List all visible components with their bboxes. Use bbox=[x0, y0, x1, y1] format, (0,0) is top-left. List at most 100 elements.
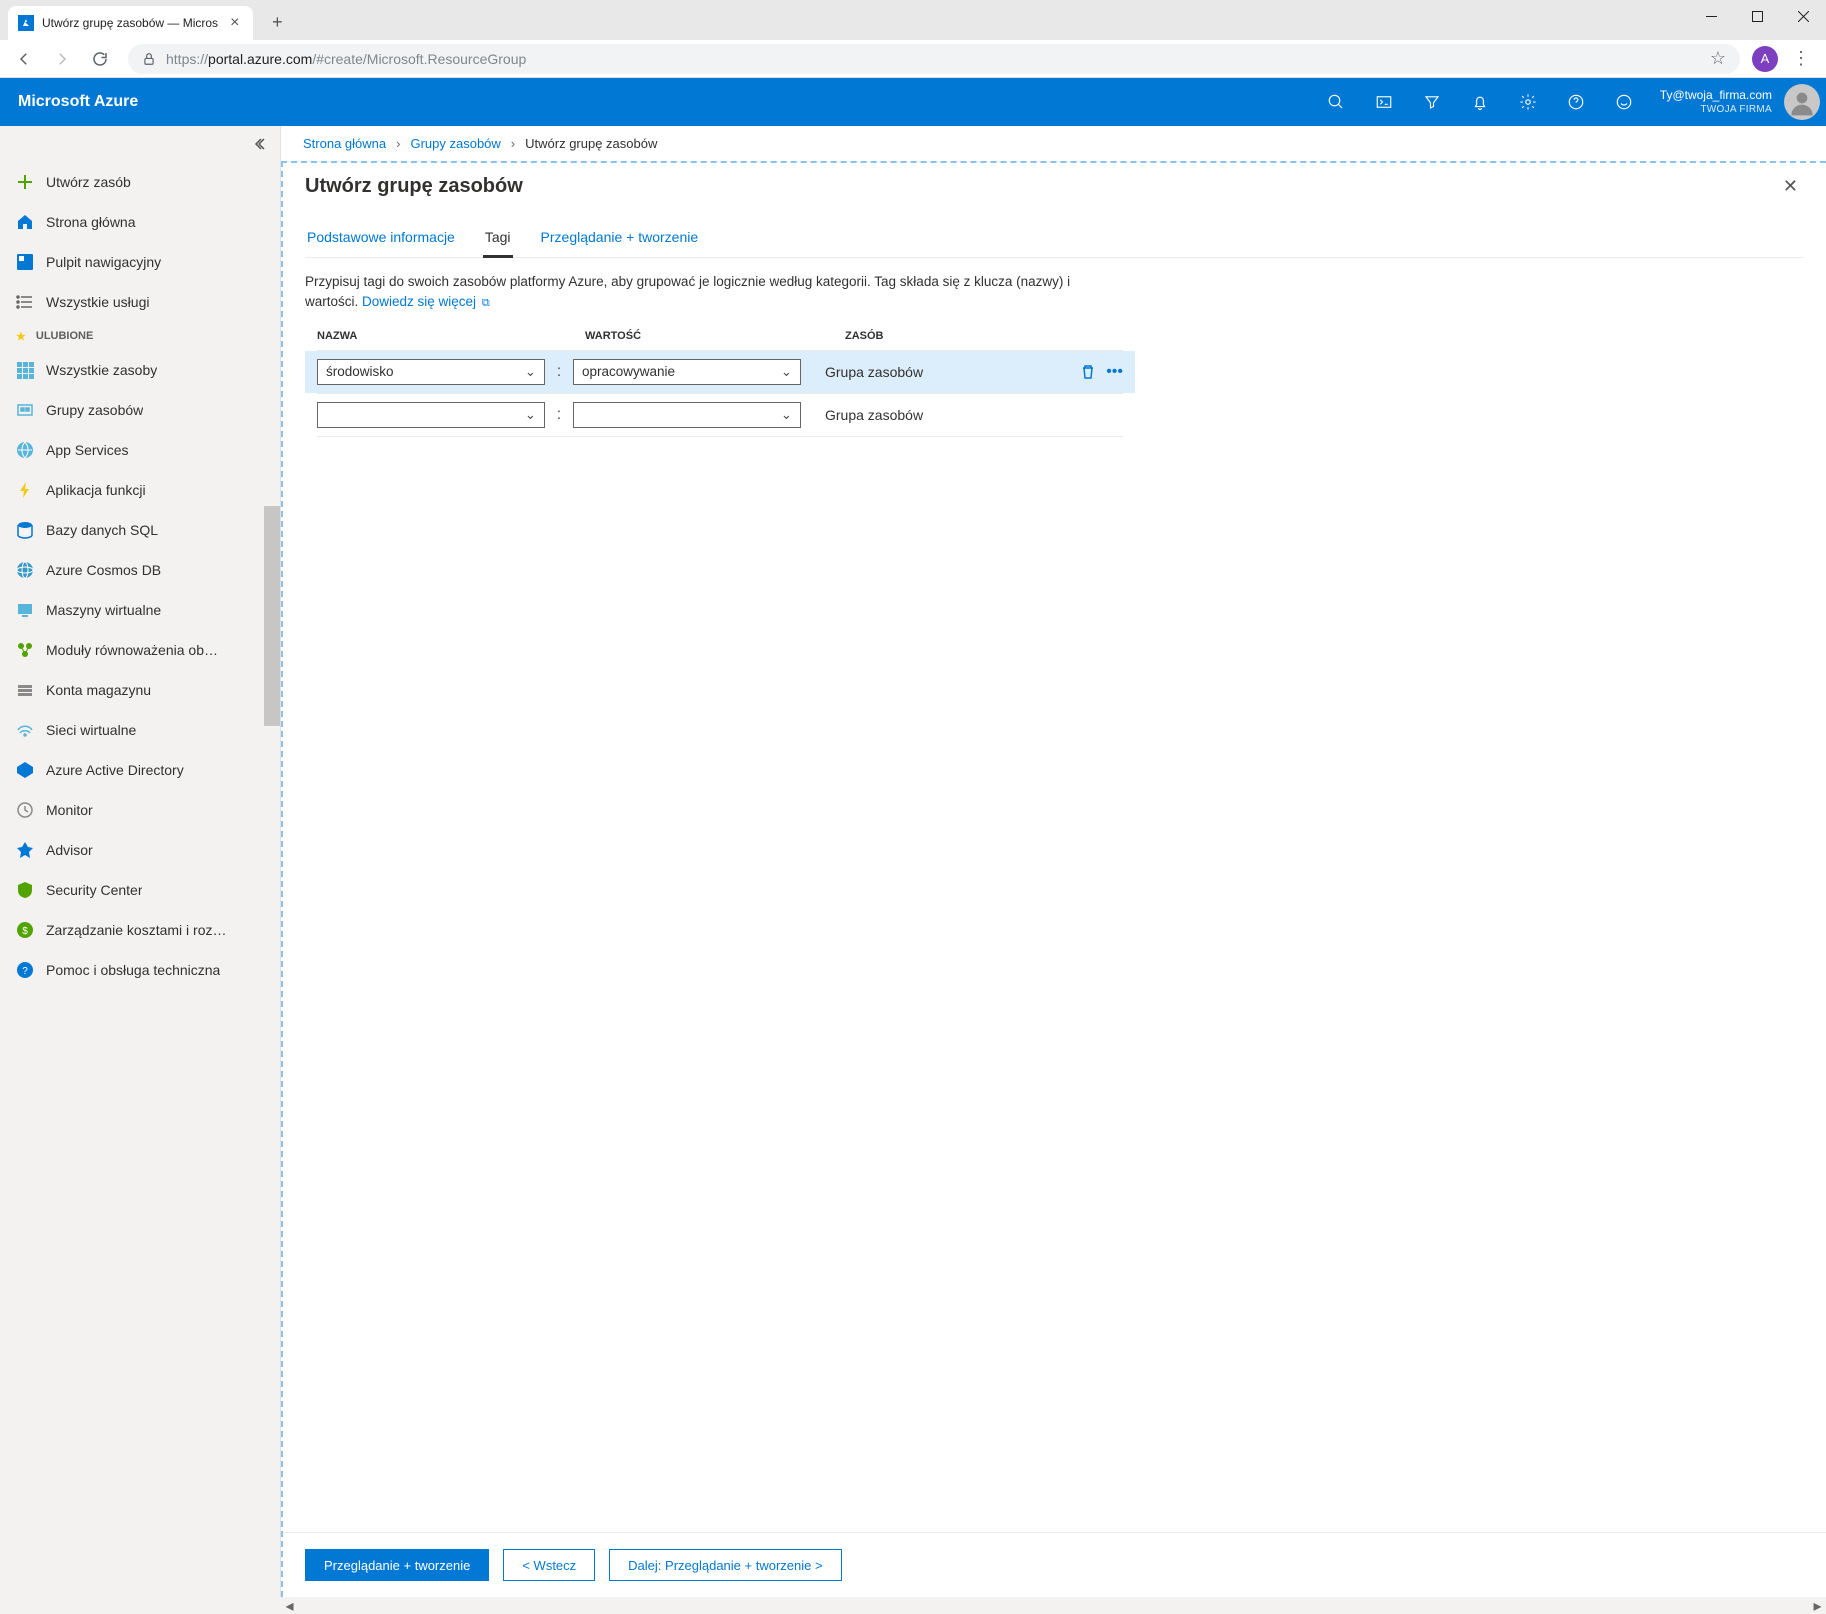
scroll-right-icon[interactable]: ▸ bbox=[1809, 1597, 1826, 1614]
account-email: Ty@twoja_firma.com bbox=[1660, 88, 1772, 104]
create-resource-group-blade: Utwórz grupę zasobów ✕ Podstawowe inform… bbox=[281, 161, 1826, 1597]
scroll-left-icon[interactable]: ◂ bbox=[281, 1597, 298, 1614]
tag-row: ⌄:⌄Grupa zasobów bbox=[305, 394, 1135, 436]
browser-menu-icon[interactable]: ⋮ bbox=[1784, 48, 1818, 69]
sidebar-item-label: Pomoc i obsługa techniczna bbox=[46, 962, 220, 978]
sidebar-scrollbar[interactable] bbox=[264, 506, 280, 1597]
sidebar-item-10[interactable]: Azure Active Directory bbox=[0, 750, 280, 790]
service-icon bbox=[16, 761, 34, 779]
sidebar-item-9[interactable]: Sieci wirtualne bbox=[0, 710, 280, 750]
feedback-icon[interactable] bbox=[1600, 78, 1648, 126]
header-resource: ZASÓB bbox=[821, 330, 1123, 342]
forward-button[interactable] bbox=[46, 43, 78, 75]
sidebar-item-12[interactable]: Advisor bbox=[0, 830, 280, 870]
tag-name-dropdown[interactable]: ⌄ bbox=[317, 402, 545, 428]
url-text: https://portal.azure.com/#create/Microso… bbox=[166, 51, 526, 67]
chevron-down-icon: ⌄ bbox=[525, 407, 536, 423]
sidebar-item-1[interactable]: Grupy zasobów bbox=[0, 390, 280, 430]
service-icon: ? bbox=[16, 961, 34, 979]
tab-close-icon[interactable]: × bbox=[226, 14, 243, 32]
sidebar-item-7[interactable]: Moduły równoważenia ob… bbox=[0, 630, 280, 670]
tab-tags[interactable]: Tagi bbox=[483, 221, 513, 258]
learn-more-link[interactable]: Dowiedz się więcej ⧉ bbox=[362, 294, 490, 309]
minimize-button[interactable] bbox=[1688, 0, 1734, 32]
sidebar-favorites-header: ★ULUBIONE bbox=[0, 322, 280, 350]
sidebar-item-label: Monitor bbox=[46, 802, 93, 818]
sidebar-item-6[interactable]: Maszyny wirtualne bbox=[0, 590, 280, 630]
tag-value-dropdown[interactable]: opracowywanie⌄ bbox=[573, 359, 801, 385]
breadcrumb-home[interactable]: Strona główna bbox=[303, 136, 386, 151]
sidebar-item-5[interactable]: Azure Cosmos DB bbox=[0, 550, 280, 590]
sidebar-item-13[interactable]: Security Center bbox=[0, 870, 280, 910]
sidebar-item-0[interactable]: Wszystkie zasoby bbox=[0, 350, 280, 390]
more-icon[interactable]: ••• bbox=[1106, 363, 1123, 381]
delete-icon[interactable] bbox=[1080, 364, 1096, 380]
settings-icon[interactable] bbox=[1504, 78, 1552, 126]
sidebar-dashboard[interactable]: Pulpit nawigacyjny bbox=[0, 242, 280, 282]
new-tab-button[interactable]: + bbox=[263, 8, 291, 36]
sidebar-item-label: Zarządzanie kosztami i roz… bbox=[46, 922, 227, 938]
star-icon: ★ bbox=[16, 330, 26, 343]
service-icon bbox=[16, 801, 34, 819]
service-icon bbox=[16, 561, 34, 579]
sidebar-item-label: Aplikacja funkcji bbox=[46, 482, 146, 498]
sidebar-item-4[interactable]: SQLBazy danych SQL bbox=[0, 510, 280, 550]
search-icon[interactable] bbox=[1312, 78, 1360, 126]
sidebar-all-services[interactable]: Wszystkie usługi bbox=[0, 282, 280, 322]
sidebar-item-label: Security Center bbox=[46, 882, 142, 898]
url-input[interactable]: https://portal.azure.com/#create/Microso… bbox=[128, 44, 1740, 74]
sidebar-item-label: Sieci wirtualne bbox=[46, 722, 136, 738]
svg-text:$: $ bbox=[22, 926, 28, 937]
browser-tab[interactable]: Utwórz grupę zasobów — Micros × bbox=[8, 6, 253, 40]
review-create-button[interactable]: Przeglądanie + tworzenie bbox=[305, 1549, 489, 1581]
window-close-button[interactable] bbox=[1780, 0, 1826, 32]
blade-tabs: Podstawowe informacje Tagi Przeglądanie … bbox=[305, 221, 1804, 258]
service-icon bbox=[16, 401, 34, 419]
tags-header-row: NAZWA WARTOŚĆ ZASÓB bbox=[305, 330, 1135, 350]
sidebar-item-15[interactable]: ? Pomoc i obsługa techniczna bbox=[0, 950, 280, 990]
reload-button[interactable] bbox=[84, 43, 116, 75]
sidebar-item-3[interactable]: Aplikacja funkcji bbox=[0, 470, 280, 510]
tags-table: NAZWA WARTOŚĆ ZASÓB środowisko⌄:opracowy… bbox=[305, 330, 1135, 437]
breadcrumb-groups[interactable]: Grupy zasobów bbox=[410, 136, 500, 151]
sidebar-collapse-button[interactable] bbox=[0, 126, 280, 162]
tag-row: środowisko⌄:opracowywanie⌄Grupa zasobów•… bbox=[305, 351, 1135, 393]
next-button[interactable]: Dalej: Przeglądanie + tworzenie > bbox=[609, 1549, 841, 1581]
external-link-icon: ⧉ bbox=[482, 297, 490, 309]
sidebar-item-14[interactable]: $ Zarządzanie kosztami i roz… bbox=[0, 910, 280, 950]
sidebar-create-resource[interactable]: Utwórz zasób bbox=[0, 162, 280, 202]
azure-brand[interactable]: Microsoft Azure bbox=[18, 93, 138, 111]
main-content: Strona główna › Grupy zasobów › Utwórz g… bbox=[281, 126, 1826, 1597]
horizontal-scrollbar[interactable]: ◂ ▸ bbox=[0, 1597, 1826, 1614]
chevron-right-icon: › bbox=[396, 136, 400, 151]
sidebar-home[interactable]: Strona główna bbox=[0, 202, 280, 242]
window-titlebar: Utwórz grupę zasobów — Micros × + bbox=[0, 0, 1826, 40]
sidebar-item-label: App Services bbox=[46, 442, 128, 458]
chevron-down-icon: ⌄ bbox=[781, 364, 792, 380]
service-icon bbox=[16, 441, 34, 459]
account-org: TWOJA FIRMA bbox=[1660, 103, 1772, 116]
bookmark-icon[interactable]: ☆ bbox=[1710, 48, 1726, 69]
sidebar-item-8[interactable]: Konta magazynu bbox=[0, 670, 280, 710]
service-icon bbox=[16, 361, 34, 379]
tab-basics[interactable]: Podstawowe informacje bbox=[305, 221, 457, 258]
tab-review[interactable]: Przeglądanie + tworzenie bbox=[539, 221, 701, 258]
tag-value-dropdown[interactable]: ⌄ bbox=[573, 402, 801, 428]
filter-icon[interactable] bbox=[1408, 78, 1456, 126]
back-button[interactable] bbox=[8, 43, 40, 75]
help-icon[interactable] bbox=[1552, 78, 1600, 126]
notification-icon[interactable] bbox=[1456, 78, 1504, 126]
sidebar-item-2[interactable]: App Services bbox=[0, 430, 280, 470]
tag-name-dropdown[interactable]: środowisko⌄ bbox=[317, 359, 545, 385]
profile-avatar[interactable]: A bbox=[1752, 46, 1778, 72]
blade-close-button[interactable]: ✕ bbox=[1777, 172, 1804, 201]
sidebar-item-11[interactable]: Monitor bbox=[0, 790, 280, 830]
cloud-shell-icon[interactable] bbox=[1360, 78, 1408, 126]
maximize-button[interactable] bbox=[1734, 0, 1780, 32]
chevron-right-icon: › bbox=[511, 136, 515, 151]
back-button[interactable]: < Wstecz bbox=[503, 1549, 595, 1581]
account-avatar-icon[interactable] bbox=[1784, 84, 1820, 120]
sidebar-item-label: Advisor bbox=[46, 842, 93, 858]
svg-text:?: ? bbox=[22, 966, 28, 977]
account-info[interactable]: Ty@twoja_firma.com TWOJA FIRMA bbox=[1648, 88, 1784, 117]
